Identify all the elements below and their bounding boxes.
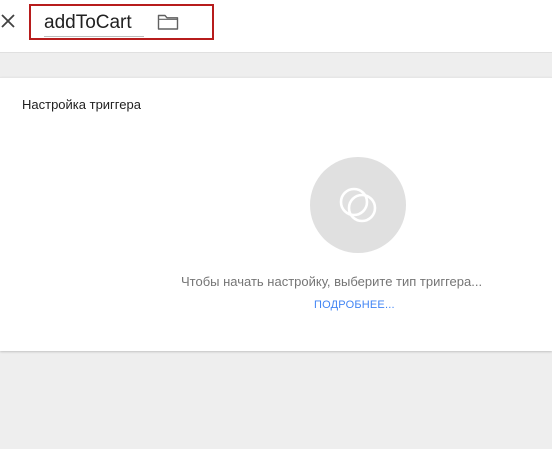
folder-button[interactable] <box>157 13 179 31</box>
trigger-name-highlight <box>29 4 214 40</box>
trigger-name-input[interactable] <box>44 10 144 37</box>
hint-text: Чтобы начать настройку, выберите тип три… <box>181 274 483 289</box>
learn-more-link[interactable]: ПОДРОБНЕЕ... <box>314 299 395 311</box>
choose-trigger-type-button[interactable] <box>310 157 406 253</box>
editor-header <box>0 0 552 53</box>
close-button[interactable] <box>0 10 16 32</box>
folder-icon <box>157 14 179 30</box>
card-title: Настройка триггера <box>22 97 141 112</box>
trigger-type-icon <box>339 187 377 223</box>
trigger-configuration-card: Настройка триггера Чтобы начать настройк… <box>0 77 552 351</box>
close-icon <box>1 14 15 28</box>
